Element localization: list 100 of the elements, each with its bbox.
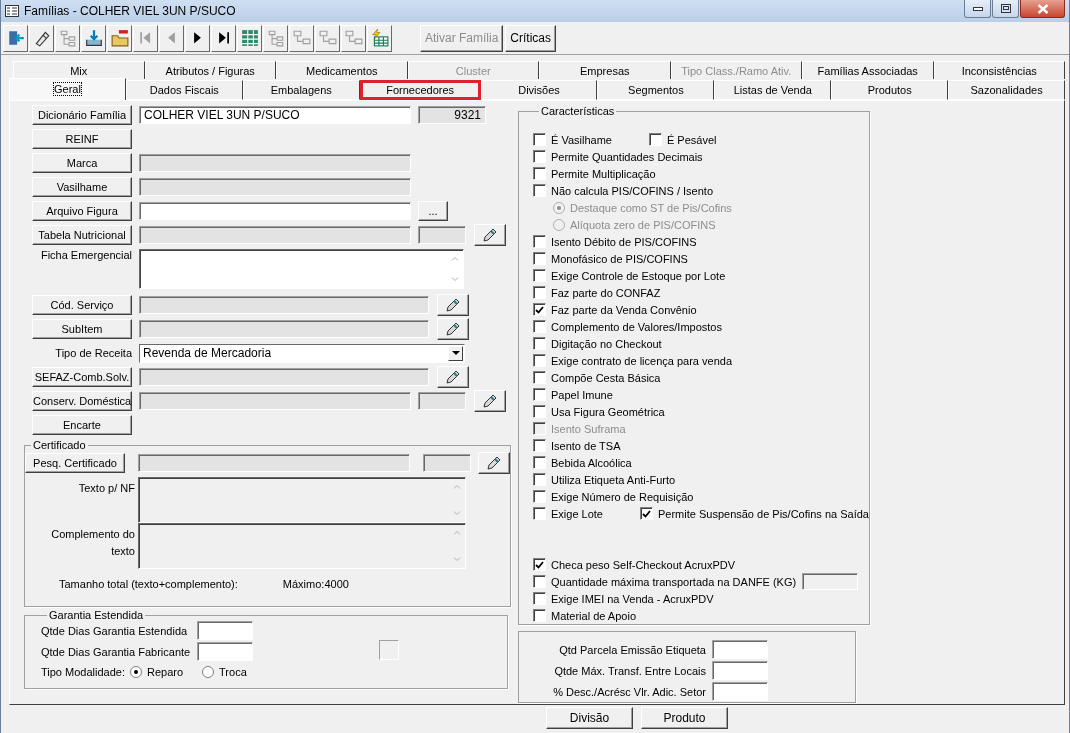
checkbox[interactable] (533, 252, 546, 265)
text-field[interactable] (139, 296, 429, 314)
text-field[interactable] (712, 640, 768, 659)
text-field[interactable] (418, 226, 466, 244)
text-field[interactable] (418, 392, 466, 410)
text-field[interactable] (139, 392, 411, 410)
checkbox[interactable] (533, 609, 546, 622)
text-field[interactable] (138, 454, 410, 472)
checkbox[interactable] (533, 235, 546, 248)
text-field[interactable] (139, 320, 429, 338)
tab[interactable]: Empresas (539, 61, 671, 79)
tab[interactable]: Listas de Venda (714, 80, 832, 100)
checkbox[interactable] (533, 337, 546, 350)
tab[interactable]: Atributos / Figuras (144, 61, 276, 79)
text-field[interactable] (802, 573, 859, 590)
tab[interactable]: Sazonalidades (948, 80, 1065, 100)
edit-button[interactable] (474, 224, 506, 246)
edit-button[interactable] (437, 366, 469, 388)
checkbox[interactable] (533, 439, 546, 452)
toolbar-button[interactable] (29, 24, 54, 52)
chevron-down-icon (450, 277, 459, 282)
minimize-button[interactable] (964, 0, 991, 18)
checkbox[interactable] (533, 286, 546, 299)
lookup-button[interactable]: Cód. Serviço (32, 295, 132, 315)
dropdown[interactable]: Revenda de Mercadoria (139, 343, 465, 363)
lookup-button[interactable]: Conserv. Doméstica (32, 391, 132, 411)
lookup-button[interactable]: SEFAZ-Comb.Solv. (32, 367, 132, 387)
checkbox[interactable] (533, 354, 546, 367)
text-field[interactable] (423, 454, 471, 472)
form-button[interactable]: Encarte (32, 415, 132, 435)
text-field[interactable]: COLHER VIEL 3UN P/SUCO (139, 106, 411, 124)
checkbox[interactable] (533, 490, 546, 503)
checkbox[interactable] (533, 150, 546, 163)
checkbox[interactable] (533, 575, 546, 588)
text-field[interactable] (139, 202, 411, 220)
lookup-button[interactable]: Pesq. Certificado (25, 453, 125, 473)
edit-button[interactable] (437, 318, 469, 340)
close-button[interactable] (1020, 0, 1065, 18)
tab[interactable]: Produtos (831, 80, 949, 100)
edit-button[interactable] (478, 452, 510, 474)
lookup-button[interactable]: Marca (32, 153, 132, 173)
footer-button[interactable]: Divisão (546, 707, 633, 729)
toolbar-button[interactable] (211, 24, 236, 52)
tab[interactable]: Divisões (480, 80, 598, 100)
radio-button[interactable] (202, 666, 215, 678)
checkbox[interactable] (533, 456, 546, 469)
checkbox[interactable] (533, 592, 546, 605)
checkbox[interactable] (533, 320, 546, 333)
tab[interactable]: Dados Fiscais (125, 80, 243, 100)
tab[interactable]: Embalagens (242, 80, 360, 100)
form-button[interactable]: REINF (32, 129, 132, 149)
toolbar-button[interactable] (185, 24, 210, 52)
checkbox[interactable] (533, 507, 546, 520)
text-field[interactable] (139, 178, 411, 196)
browse-button[interactable]: ... (418, 201, 448, 221)
lookup-button[interactable]: Tabela Nutricional (32, 225, 132, 245)
lookup-button[interactable]: Arquivo Figura (32, 201, 132, 221)
edit-button[interactable] (474, 390, 506, 412)
group-title: Garantia Estendida (48, 609, 145, 621)
dropdown-button[interactable] (448, 345, 463, 361)
checkbox[interactable] (533, 167, 546, 180)
checkbox[interactable] (533, 303, 546, 316)
text-field[interactable] (197, 621, 253, 640)
tab[interactable]: Geral (9, 78, 126, 100)
toolbar-button[interactable]: Críticas (505, 24, 557, 52)
tab[interactable]: Segmentos (597, 80, 715, 100)
text-field[interactable] (139, 154, 411, 172)
lookup-button[interactable]: SubItem (32, 319, 132, 339)
text-field[interactable]: 9321 (418, 106, 486, 124)
chevron-up-icon (450, 256, 459, 261)
tab[interactable]: Fornecedores (359, 80, 481, 100)
checkbox[interactable] (533, 133, 546, 146)
checkbox[interactable] (648, 133, 662, 146)
text-field[interactable] (712, 661, 768, 680)
lookup-button[interactable]: Dicionário Família (32, 105, 132, 125)
checkbox[interactable] (533, 558, 546, 571)
radio-button[interactable] (130, 666, 142, 678)
checkbox[interactable] (533, 269, 546, 282)
checkbox[interactable] (533, 473, 546, 486)
maximize-button[interactable] (992, 0, 1019, 18)
text-area[interactable] (138, 523, 466, 569)
text-area[interactable] (138, 477, 466, 523)
edit-button[interactable] (437, 294, 469, 316)
footer-button[interactable]: Produto (641, 707, 728, 729)
text-field[interactable] (139, 368, 429, 386)
checkbox[interactable] (533, 184, 546, 197)
lookup-button[interactable]: Vasilhame (32, 177, 132, 197)
checkbox[interactable] (640, 507, 653, 520)
checkbox[interactable] (533, 405, 546, 418)
text-area[interactable] (139, 249, 464, 289)
tab[interactable]: Inconsistências (933, 61, 1065, 79)
text-field[interactable] (197, 642, 253, 661)
checkbox[interactable] (533, 388, 546, 401)
checkbox[interactable] (533, 371, 546, 384)
toolbar-button[interactable] (81, 24, 106, 52)
tab[interactable]: Famílias Associadas (802, 61, 934, 79)
tab[interactable]: Medicamentos (276, 61, 408, 79)
text-field[interactable] (712, 682, 768, 701)
text-field[interactable] (139, 226, 411, 244)
checkbox-label: Checa peso Self-Checkout AcruxPDV (551, 558, 736, 571)
